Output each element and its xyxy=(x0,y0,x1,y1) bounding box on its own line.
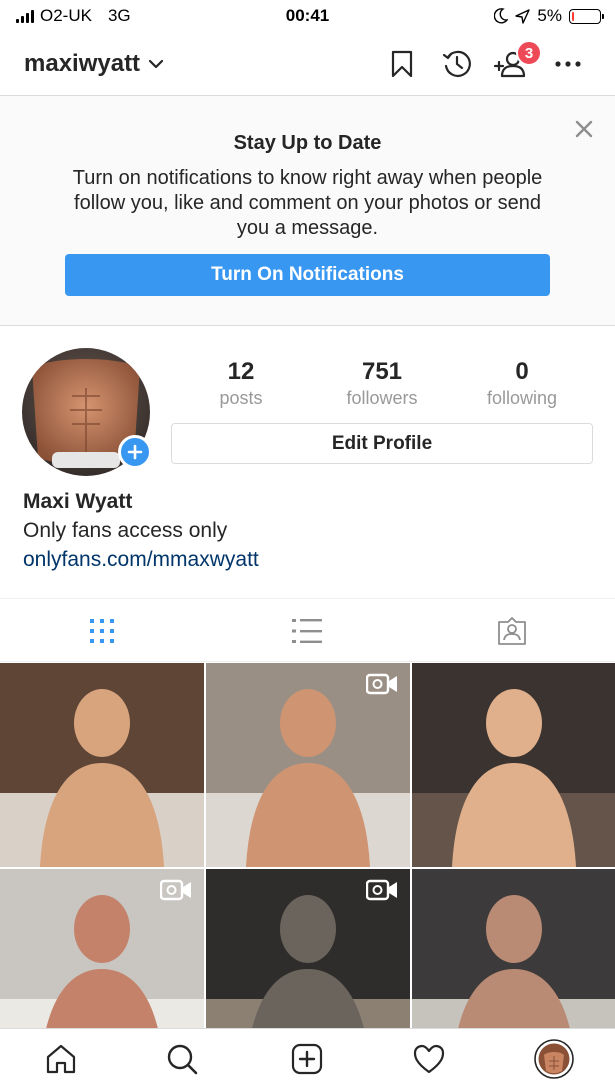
banner-title: Stay Up to Date xyxy=(233,132,382,154)
profile-tabs xyxy=(0,598,615,662)
post-thumbnail[interactable] xyxy=(0,869,204,1028)
activity-heart-icon xyxy=(413,1044,445,1074)
bookmark-icon xyxy=(391,50,413,78)
post-thumbnail[interactable] xyxy=(206,869,410,1028)
add-story-button[interactable] xyxy=(118,435,152,469)
followers-count[interactable]: 751 followers xyxy=(312,358,452,410)
archive-button[interactable] xyxy=(439,46,475,82)
notification-count-badge: 3 xyxy=(516,40,542,66)
new-post-icon xyxy=(291,1043,323,1075)
saved-button[interactable] xyxy=(384,46,420,82)
post-thumbnail[interactable] xyxy=(206,663,410,867)
status-bar: O2-UK 3G 00:41 5% xyxy=(0,0,615,34)
battery-icon xyxy=(569,8,604,24)
profile-avatar-large[interactable] xyxy=(22,348,152,476)
nav-home[interactable] xyxy=(43,1041,79,1077)
account-switcher[interactable]: maxiwyatt xyxy=(24,50,164,78)
nav-profile[interactable] xyxy=(534,1039,574,1079)
tab-tagged[interactable] xyxy=(496,615,528,647)
post-thumbnail[interactable] xyxy=(0,663,204,867)
nav-search[interactable] xyxy=(164,1041,200,1077)
bio-link[interactable]: onlyfans.com/mmaxwyatt xyxy=(23,548,259,572)
video-camera-icon xyxy=(159,879,192,901)
stat-label: posts xyxy=(219,388,263,408)
following-count[interactable]: 0 following xyxy=(452,358,592,410)
more-options-button[interactable] xyxy=(550,46,586,82)
video-camera-icon xyxy=(365,879,398,901)
stat-label: following xyxy=(486,388,558,408)
bottom-navigation xyxy=(0,1028,615,1080)
post-thumbnail[interactable] xyxy=(412,663,615,867)
notifications-banner: Stay Up to Date Turn on notifications to… xyxy=(0,96,615,326)
more-icon xyxy=(555,61,581,67)
post-image xyxy=(0,663,204,867)
stat-value: 0 xyxy=(515,358,529,385)
nav-activity[interactable] xyxy=(411,1041,447,1077)
plus-icon xyxy=(127,444,143,460)
profile-avatar xyxy=(534,1039,574,1079)
tagged-icon xyxy=(498,617,526,645)
tab-grid[interactable] xyxy=(86,615,118,647)
post-image xyxy=(412,663,615,867)
search-icon xyxy=(167,1044,198,1075)
grid-icon xyxy=(90,619,114,643)
list-icon xyxy=(292,619,322,643)
archive-history-icon xyxy=(442,50,471,77)
bio-text: Only fans access only xyxy=(23,519,228,542)
video-camera-icon xyxy=(365,673,398,695)
home-icon xyxy=(46,1044,76,1074)
nav-new-post[interactable] xyxy=(289,1041,325,1077)
username: maxiwyatt xyxy=(24,50,141,77)
full-name: Maxi Wyatt xyxy=(23,490,133,513)
banner-text: Turn on notifications to know right away… xyxy=(72,167,543,239)
stat-value: 751 xyxy=(361,358,403,385)
posts-grid xyxy=(0,663,615,1028)
chevron-down-icon xyxy=(148,59,164,69)
battery-percent: 5% xyxy=(537,6,562,25)
stat-value: 12 xyxy=(227,358,255,385)
moon-icon xyxy=(494,8,509,24)
stat-label: followers xyxy=(346,388,418,408)
status-right: 5% xyxy=(494,6,604,26)
post-thumbnail[interactable] xyxy=(412,869,615,1028)
tab-list[interactable] xyxy=(291,615,323,647)
post-image xyxy=(412,869,615,1028)
edit-profile-button[interactable]: Edit Profile xyxy=(171,423,593,464)
posts-count[interactable]: 12 posts xyxy=(171,358,311,410)
turn-on-notifications-button[interactable]: Turn On Notifications xyxy=(65,254,550,296)
battery-level xyxy=(572,11,575,21)
location-arrow-icon xyxy=(515,8,531,24)
